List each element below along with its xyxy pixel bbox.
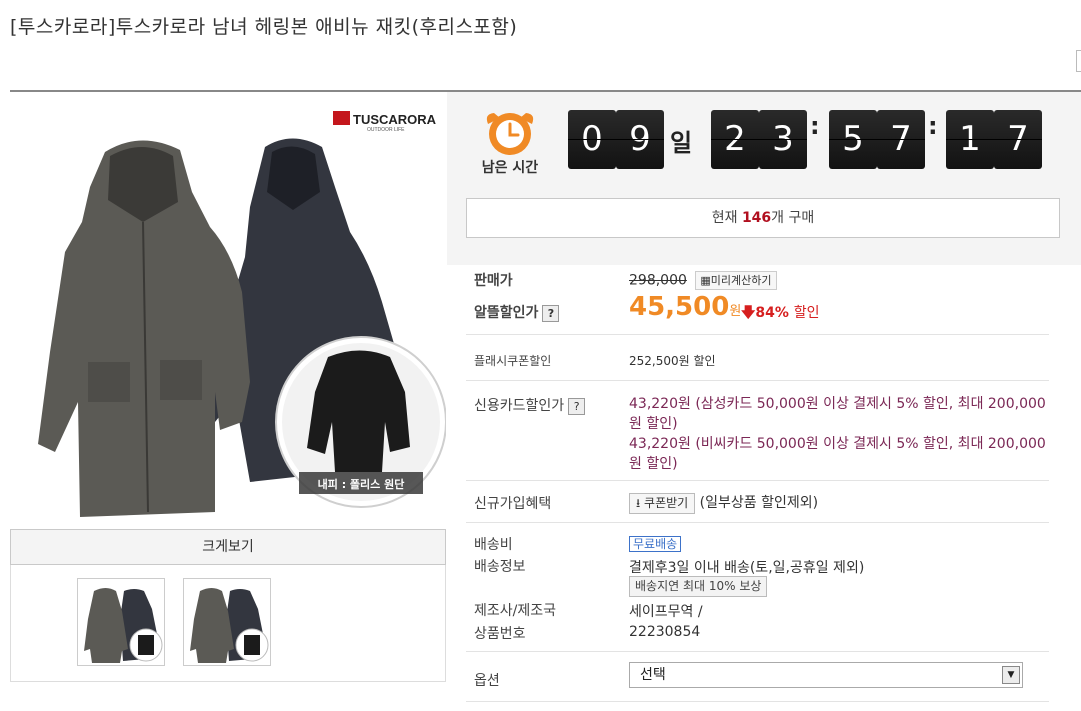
thumbnail-image	[84, 588, 163, 663]
coupon-button-label: 쿠폰받기	[644, 495, 689, 510]
zoom-button[interactable]: 크게보기	[10, 529, 446, 565]
option-label: 옵션	[474, 673, 500, 689]
flash-coupon-value: 252,500원 할인	[629, 354, 716, 368]
discount-price-text: 알뜰할인가	[474, 305, 539, 321]
thumbnail-image	[190, 588, 269, 663]
shipping-fee-label: 배송비	[474, 537, 513, 553]
signup-note: (일부상품 할인제외)	[699, 495, 819, 511]
jacket-image: TUSCARORA OUTDOOR LIFE 내피 : 폴리스 원단	[38, 111, 446, 517]
second-digit: 1	[946, 110, 994, 169]
chevron-down-icon[interactable]: ▼	[1002, 666, 1020, 684]
main-product-image[interactable]: TUSCARORA OUTDOOR LIFE 내피 : 폴리스 원단	[10, 92, 446, 529]
day-unit: 일	[670, 129, 693, 157]
card-discount-label: 신용카드할인가?	[474, 395, 586, 415]
card-discount-details: 43,220원 (삼성카드 50,000원 이상 결제시 5% 할인, 최대 2…	[629, 394, 1054, 474]
purchase-prefix: 현재	[711, 210, 738, 226]
maker-value: 세이프무역 /	[629, 604, 703, 620]
brand-sub: OUTDOOR LIFE	[367, 127, 405, 133]
signup-benefit-label: 신규가입혜택	[474, 496, 552, 512]
second-digit: 7	[994, 110, 1042, 169]
original-price-line: 298,000 ▦미리계산하기	[629, 271, 777, 290]
pre-calc-label: 미리계산하기	[710, 274, 772, 287]
signup-benefit: ⭳ 쿠폰받기 (일부상품 할인제외)	[629, 492, 818, 514]
final-price-value: 45,500	[629, 292, 730, 322]
row-divider	[466, 701, 1049, 702]
discount-rate: 🡇84% 할인	[741, 302, 820, 326]
row-divider	[466, 651, 1049, 652]
hour-digit: 2	[711, 110, 759, 169]
time-separator: :	[928, 112, 938, 140]
pre-calc-button[interactable]: ▦미리계산하기	[695, 271, 777, 290]
hour-digit: 3	[759, 110, 807, 169]
minute-digit: 5	[829, 110, 877, 169]
time-separator: :	[810, 112, 820, 140]
delay-compensation-button[interactable]: 배송지연 최대 10% 보상	[629, 576, 768, 597]
row-divider	[466, 380, 1049, 381]
currency-unit: 원	[729, 304, 742, 319]
flash-coupon-label: 플래시쿠폰할인	[474, 354, 552, 368]
card-discount-line: 43,220원 (비씨카드 50,000원 이상 결제시 5% 할인, 최대 2…	[629, 436, 1046, 472]
free-shipping-badge: 무료배송	[629, 536, 682, 552]
original-price: 298,000	[629, 272, 687, 289]
discount-price-label: 알뜰할인가?	[474, 302, 560, 322]
day-digit: 9	[616, 110, 664, 169]
option-selected-value: 선택	[640, 667, 666, 683]
minute-digit: 7	[877, 110, 925, 169]
download-icon: ⭳	[636, 495, 641, 510]
discount-percent: 84%	[755, 305, 789, 321]
card-discount-line: 43,220원 (삼성카드 50,000원 이상 결제시 5% 할인, 최대 2…	[629, 396, 1046, 432]
thumbnail-1[interactable]	[77, 578, 165, 666]
discount-word: 할인	[793, 305, 820, 321]
help-icon[interactable]: ?	[542, 304, 560, 322]
final-price: 45,500원	[629, 292, 741, 322]
shipping-info-label: 배송정보	[474, 559, 526, 575]
product-title: [투스카로라]투스카로라 남녀 헤링본 애비뉴 재킷(후리스포함)	[10, 16, 518, 38]
purchase-count: 146	[741, 210, 772, 226]
shipping-info-value: 결제후3일 이내 배송(토,일,공휴일 제외)	[629, 560, 865, 576]
maker-label: 제조사/제조국	[474, 603, 556, 619]
purchase-suffix: 개 구매	[771, 210, 815, 226]
product-no-label: 상품번호	[474, 626, 526, 642]
inset-caption: 내피 : 폴리스 원단	[318, 477, 405, 491]
top-right-control[interactable]	[1076, 50, 1081, 72]
remaining-time-label: 남은 시간	[481, 160, 539, 176]
card-discount-text: 신용카드할인가	[474, 398, 565, 414]
sale-price-label: 판매가	[474, 273, 513, 289]
row-divider	[466, 522, 1049, 523]
thumbnail-2[interactable]	[183, 578, 271, 666]
day-digit: 0	[568, 110, 616, 169]
down-arrow-icon: 🡇	[741, 305, 756, 321]
purchase-count-box: 현재 146개 구매	[466, 198, 1060, 238]
row-divider	[466, 480, 1049, 481]
row-divider	[466, 334, 1049, 335]
brand-logo: TUSCARORA	[353, 112, 437, 127]
help-icon[interactable]: ?	[568, 397, 586, 415]
option-select[interactable]: 선택 ▼	[629, 662, 1023, 688]
coupon-download-button[interactable]: ⭳ 쿠폰받기	[629, 492, 696, 514]
product-no-value: 22230854	[629, 624, 701, 640]
